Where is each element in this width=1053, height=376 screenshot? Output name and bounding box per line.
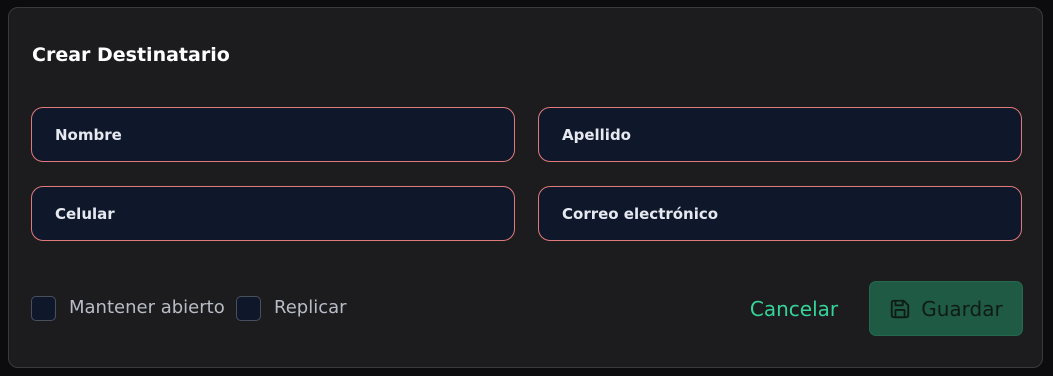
cancel-button[interactable]: Cancelar [741, 294, 847, 324]
celular-field[interactable] [31, 186, 515, 241]
keep-open-label: Mantener abierto [69, 297, 225, 318]
apellido-field[interactable] [538, 107, 1022, 162]
save-label: Guardar [921, 296, 1003, 321]
create-recipient-dialog: Crear Destinatario Mantener abierto Repl… [8, 7, 1043, 368]
replicate-label: Replicar [274, 297, 347, 318]
floppy-disk-icon [889, 298, 911, 320]
email-field[interactable] [538, 186, 1022, 241]
dialog-title: Crear Destinatario [32, 44, 230, 66]
keep-open-checkbox[interactable] [31, 295, 56, 321]
replicate-checkbox[interactable] [236, 295, 261, 321]
save-button[interactable]: Guardar [869, 281, 1023, 336]
keep-open-option[interactable]: Mantener abierto [31, 294, 225, 322]
replicate-option[interactable]: Replicar [236, 294, 347, 322]
nombre-field[interactable] [31, 107, 515, 162]
